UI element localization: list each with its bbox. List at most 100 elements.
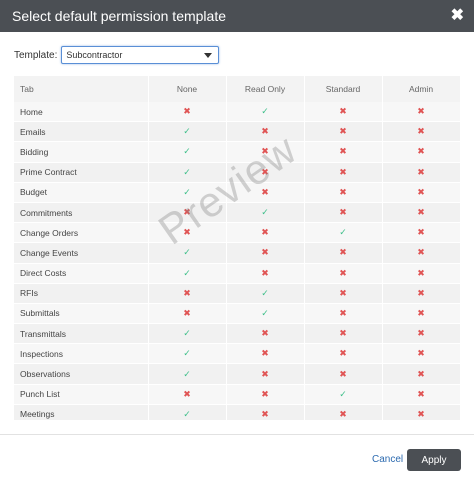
permission-cell[interactable]: ✖ — [148, 222, 227, 244]
permissions-table-container[interactable]: Tab None Read Only Standard Admin Home ✖ ✓… — [14, 76, 460, 420]
apply-button[interactable]: Apply — [407, 449, 461, 471]
permission-cell[interactable]: ✖ — [382, 121, 460, 143]
x-icon: ✖ — [339, 308, 347, 319]
permission-cell[interactable]: ✖ — [304, 343, 383, 365]
permission-cell[interactable]: ✖ — [226, 222, 305, 244]
check-icon: ✓ — [183, 147, 191, 158]
permission-cell[interactable]: ✖ — [226, 141, 305, 163]
permission-cell[interactable]: ✖ — [382, 263, 460, 284]
permission-cell[interactable]: ✖ — [226, 404, 305, 420]
check-icon: ✓ — [261, 107, 269, 118]
x-icon: ✖ — [261, 248, 269, 259]
permission-cell[interactable]: ✓ — [148, 343, 227, 365]
cancel-button[interactable]: Cancel — [372, 454, 403, 465]
check-icon: ✓ — [183, 349, 191, 360]
permission-cell[interactable]: ✓ — [226, 202, 305, 224]
permission-cell[interactable]: ✖ — [226, 162, 305, 183]
permission-cell[interactable]: ✖ — [304, 162, 383, 183]
permission-cell[interactable]: ✖ — [382, 141, 460, 163]
tab-name-cell: Transmittals — [14, 323, 149, 345]
permission-cell[interactable]: ✓ — [148, 363, 227, 385]
permission-cell[interactable]: ✖ — [304, 202, 383, 224]
permission-cell[interactable]: ✖ — [382, 404, 460, 420]
tab-name-cell: RFIs — [14, 283, 149, 304]
x-icon: ✖ — [261, 329, 269, 340]
permission-cell[interactable]: ✖ — [226, 363, 305, 385]
permission-cell[interactable]: ✓ — [226, 283, 305, 304]
permission-cell[interactable]: ✖ — [148, 102, 227, 123]
x-icon: ✖ — [339, 349, 347, 360]
close-icon[interactable]: ✖ — [451, 8, 464, 24]
permission-cell[interactable]: ✓ — [148, 141, 227, 163]
check-icon: ✓ — [261, 208, 269, 219]
x-icon: ✖ — [339, 187, 347, 198]
tab-name-cell: Bidding — [14, 141, 149, 163]
permission-cell[interactable]: ✖ — [226, 182, 305, 203]
tab-name-cell: Submittals — [14, 303, 149, 325]
permission-cell[interactable]: ✓ — [148, 162, 227, 183]
chevron-down-icon — [204, 52, 213, 58]
permission-cell[interactable]: ✓ — [148, 323, 227, 345]
permission-cell[interactable]: ✖ — [304, 404, 383, 420]
permission-cell[interactable]: ✖ — [382, 202, 460, 224]
permission-cell[interactable]: ✖ — [382, 384, 460, 405]
permission-cell[interactable]: ✖ — [148, 283, 227, 304]
column-header-none: None — [148, 76, 227, 102]
permission-cell[interactable]: ✖ — [226, 384, 305, 405]
permission-cell[interactable]: ✖ — [226, 263, 305, 284]
table-row: Emails ✓ ✖ ✖ ✖ — [14, 121, 460, 143]
check-icon: ✓ — [183, 329, 191, 340]
x-icon: ✖ — [261, 389, 269, 400]
dialog-header: Select default permission template ✖ — [0, 0, 474, 32]
permission-cell[interactable]: ✖ — [382, 102, 460, 123]
permission-cell[interactable]: ✖ — [304, 363, 383, 385]
permission-cell[interactable]: ✖ — [382, 323, 460, 345]
permission-cell[interactable]: ✓ — [148, 242, 227, 264]
permission-cell[interactable]: ✖ — [304, 121, 383, 143]
x-icon: ✖ — [339, 167, 347, 178]
x-icon: ✖ — [261, 127, 269, 138]
permission-cell[interactable]: ✖ — [382, 363, 460, 385]
tab-name-cell: Budget — [14, 182, 149, 203]
permission-cell[interactable]: ✖ — [226, 121, 305, 143]
permission-cell[interactable]: ✖ — [382, 162, 460, 183]
permission-cell[interactable]: ✓ — [304, 384, 383, 405]
permission-cell[interactable]: ✖ — [382, 222, 460, 244]
x-icon: ✖ — [183, 228, 191, 239]
permission-cell[interactable]: ✖ — [226, 242, 305, 264]
permission-cell[interactable]: ✖ — [148, 384, 227, 405]
column-header-standard: Standard — [304, 76, 383, 102]
permission-cell[interactable]: ✖ — [304, 182, 383, 203]
permission-cell[interactable]: ✓ — [226, 303, 305, 325]
permission-cell[interactable]: ✖ — [304, 263, 383, 284]
permission-cell[interactable]: ✓ — [148, 404, 227, 420]
permission-cell[interactable]: ✖ — [304, 242, 383, 264]
footer-divider — [0, 434, 474, 435]
permission-cell[interactable]: ✖ — [304, 102, 383, 123]
table-row: RFIs ✖ ✓ ✖ ✖ — [14, 283, 460, 304]
permission-cell[interactable]: ✖ — [304, 323, 383, 345]
x-icon: ✖ — [183, 308, 191, 319]
tab-name-cell: Punch List — [14, 384, 149, 405]
permission-cell[interactable]: ✖ — [382, 303, 460, 325]
permission-cell[interactable]: ✖ — [148, 303, 227, 325]
permission-cell[interactable]: ✖ — [382, 283, 460, 304]
permission-cell[interactable]: ✖ — [148, 202, 227, 224]
permission-cell[interactable]: ✓ — [148, 263, 227, 284]
permission-cell[interactable]: ✓ — [148, 182, 227, 203]
check-icon: ✓ — [261, 308, 269, 319]
permission-cell[interactable]: ✖ — [382, 343, 460, 365]
permission-cell[interactable]: ✖ — [226, 323, 305, 345]
permission-cell[interactable]: ✖ — [304, 303, 383, 325]
permission-cell[interactable]: ✖ — [382, 242, 460, 264]
permission-cell[interactable]: ✖ — [226, 343, 305, 365]
permission-cell[interactable]: ✓ — [226, 102, 305, 123]
permission-template-dialog: Select default permission template ✖ Tem… — [0, 0, 474, 484]
table-row: Prime Contract ✓ ✖ ✖ ✖ — [14, 162, 460, 183]
permission-cell[interactable]: ✖ — [382, 182, 460, 203]
permission-cell[interactable]: ✖ — [304, 283, 383, 304]
permission-cell[interactable]: ✓ — [148, 121, 227, 143]
template-select[interactable]: Subcontractor — [61, 46, 220, 64]
permission-cell[interactable]: ✓ — [304, 222, 383, 244]
permission-cell[interactable]: ✖ — [304, 141, 383, 163]
